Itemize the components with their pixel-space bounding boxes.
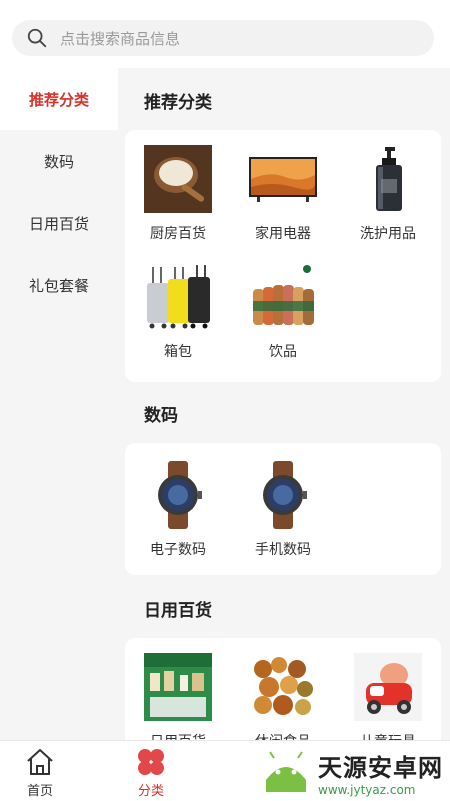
snack-nuts-image [249, 653, 317, 721]
watermark-name: 天源安卓网 [318, 753, 443, 782]
category-item-label: 日用百货 [150, 731, 206, 740]
home-icon [27, 749, 53, 775]
section-title-daily-goods: 日用百货 [144, 601, 212, 621]
watermark: 天源安卓网 www.jytyaz.com [260, 748, 450, 797]
grocery-shelf-image [144, 653, 212, 721]
category-item-label: 休闲食品 [255, 731, 311, 740]
category-item-electronics[interactable]: 电子数码 [128, 461, 228, 559]
category-item-label: 洗护用品 [360, 226, 416, 242]
category-item-drinks[interactable]: 饮品 [233, 263, 333, 361]
sidebar-item-digital[interactable]: 数码 [0, 130, 118, 192]
category-item-label: 电子数码 [150, 542, 206, 558]
category-item-kitchen[interactable]: 厨房百货 [128, 145, 228, 243]
search-placeholder: 点击搜索商品信息 [60, 29, 181, 48]
category-item-snacks[interactable]: 休闲食品 [233, 653, 333, 740]
watermark-url: www.jytyaz.com [318, 782, 416, 797]
luggage-image [144, 263, 212, 331]
section-card-daily-goods: 日用百货 休闲食品 [125, 638, 441, 740]
search-icon [27, 28, 47, 48]
category-item-toiletries[interactable]: 洗护用品 [338, 145, 438, 243]
pump-bottle-image [354, 145, 422, 213]
category-item-toys[interactable]: 儿童玩具 [338, 653, 438, 740]
category-item-appliances[interactable]: 家用电器 [233, 145, 333, 243]
sidebar-item-gift-packages[interactable]: 礼包套餐 [0, 254, 118, 316]
tab-category-label: 分类 [137, 784, 164, 799]
section-card-recommended: 厨房百货 家用电器 洗护用品 箱包 饮品 [125, 130, 441, 382]
category-item-luggage[interactable]: 箱包 [128, 263, 228, 361]
category-item-label: 饮品 [269, 344, 297, 360]
tv-image [249, 157, 317, 202]
coffee-bottles-image [249, 263, 317, 331]
toy-car-image [354, 653, 422, 721]
section-card-digital: 电子数码 手机数码 [125, 443, 441, 575]
category-item-label: 箱包 [164, 344, 192, 360]
section-title-recommended: 推荐分类 [144, 93, 212, 113]
category-item-label: 儿童玩具 [360, 731, 416, 740]
smartwatch-image [249, 461, 317, 529]
sidebar-item-recommended[interactable]: 推荐分类 [0, 68, 118, 130]
category-item-mobile-digital[interactable]: 手机数码 [233, 461, 333, 559]
smartwatch-image [144, 461, 212, 529]
tab-home[interactable]: 首页 [0, 741, 80, 801]
rice-bowl-image [144, 145, 212, 213]
category-item-label: 家用电器 [255, 226, 311, 242]
category-icon [138, 749, 164, 775]
tab-category[interactable]: 分类 [111, 741, 191, 801]
category-sidebar: 推荐分类 数码 日用百货 礼包套餐 [0, 68, 118, 740]
android-robot-logo [266, 751, 306, 792]
header: 点击搜索商品信息 [0, 0, 450, 68]
search-bar[interactable]: 点击搜索商品信息 [12, 20, 434, 56]
sidebar-item-daily-goods[interactable]: 日用百货 [0, 192, 118, 254]
category-item-label: 手机数码 [255, 542, 311, 558]
category-content: 推荐分类 厨房百货 家用电器 洗护用品 箱包 饮品 数码 电子数码 手机数码 日… [118, 68, 450, 740]
category-item-household[interactable]: 日用百货 [128, 653, 228, 740]
section-title-digital: 数码 [144, 406, 178, 426]
category-item-label: 厨房百货 [150, 226, 206, 242]
tab-home-label: 首页 [26, 784, 53, 799]
